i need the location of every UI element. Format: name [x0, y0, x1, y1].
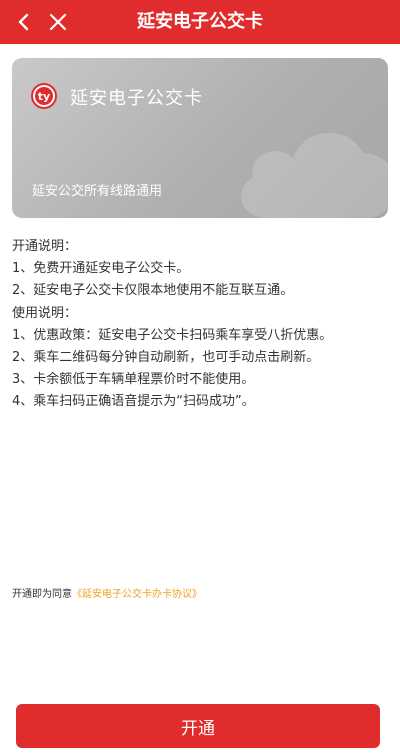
close-icon — [49, 13, 67, 31]
cloud-icon — [241, 132, 388, 218]
list-item: 4、乘车扫码正确语音提示为“扫码成功”。 — [12, 394, 255, 410]
top-bar: 延安电子公交卡 — [0, 0, 400, 44]
open-button[interactable]: 开通 — [16, 704, 380, 748]
card-title: 延安电子公交卡 — [70, 88, 203, 109]
list-item: 1、免费开通延安电子公交卡。 — [12, 261, 190, 277]
agreement-prefix: 开通即为同意 — [12, 589, 72, 600]
svg-text:ty: ty — [38, 90, 50, 103]
chevron-left-icon — [18, 13, 29, 31]
open-heading: 开通说明： — [12, 239, 78, 254]
list-item: 1、优惠政策：延安电子公交卡扫码乘车享受八折优惠。 — [12, 327, 333, 343]
list-item: 2、延安电子公交卡仅限本地使用不能互联互通。 — [12, 283, 294, 299]
agreement-text: 开通即为同意《延安电子公交卡办卡协议》 — [12, 585, 202, 600]
use-heading: 使用说明： — [12, 305, 78, 321]
agreement-link[interactable]: 《延安电子公交卡办卡协议》 — [72, 589, 202, 600]
card-subtitle: 延安公交所有线路通用 — [32, 184, 163, 199]
close-button[interactable] — [44, 8, 72, 36]
transit-logo-icon: ty — [31, 83, 57, 109]
list-item: 2、乘车二维码每分钟自动刷新，也可手动点击刷新。 — [12, 350, 320, 366]
bus-card: ty 延安电子公交卡 延安公交所有线路通用 — [12, 58, 388, 218]
instructions: 开通说明： 1、免费开通延安电子公交卡。 2、延安电子公交卡仅限本地使用不能互联… — [12, 236, 388, 414]
page: 延安电子公交卡 ty 延安电子公交卡 延安公交所有线路通用 开通说明： 1、免费… — [0, 0, 400, 756]
list-item: 3、卡余额低于车辆单程票价时不能使用。 — [12, 372, 255, 388]
back-button[interactable] — [10, 8, 38, 36]
